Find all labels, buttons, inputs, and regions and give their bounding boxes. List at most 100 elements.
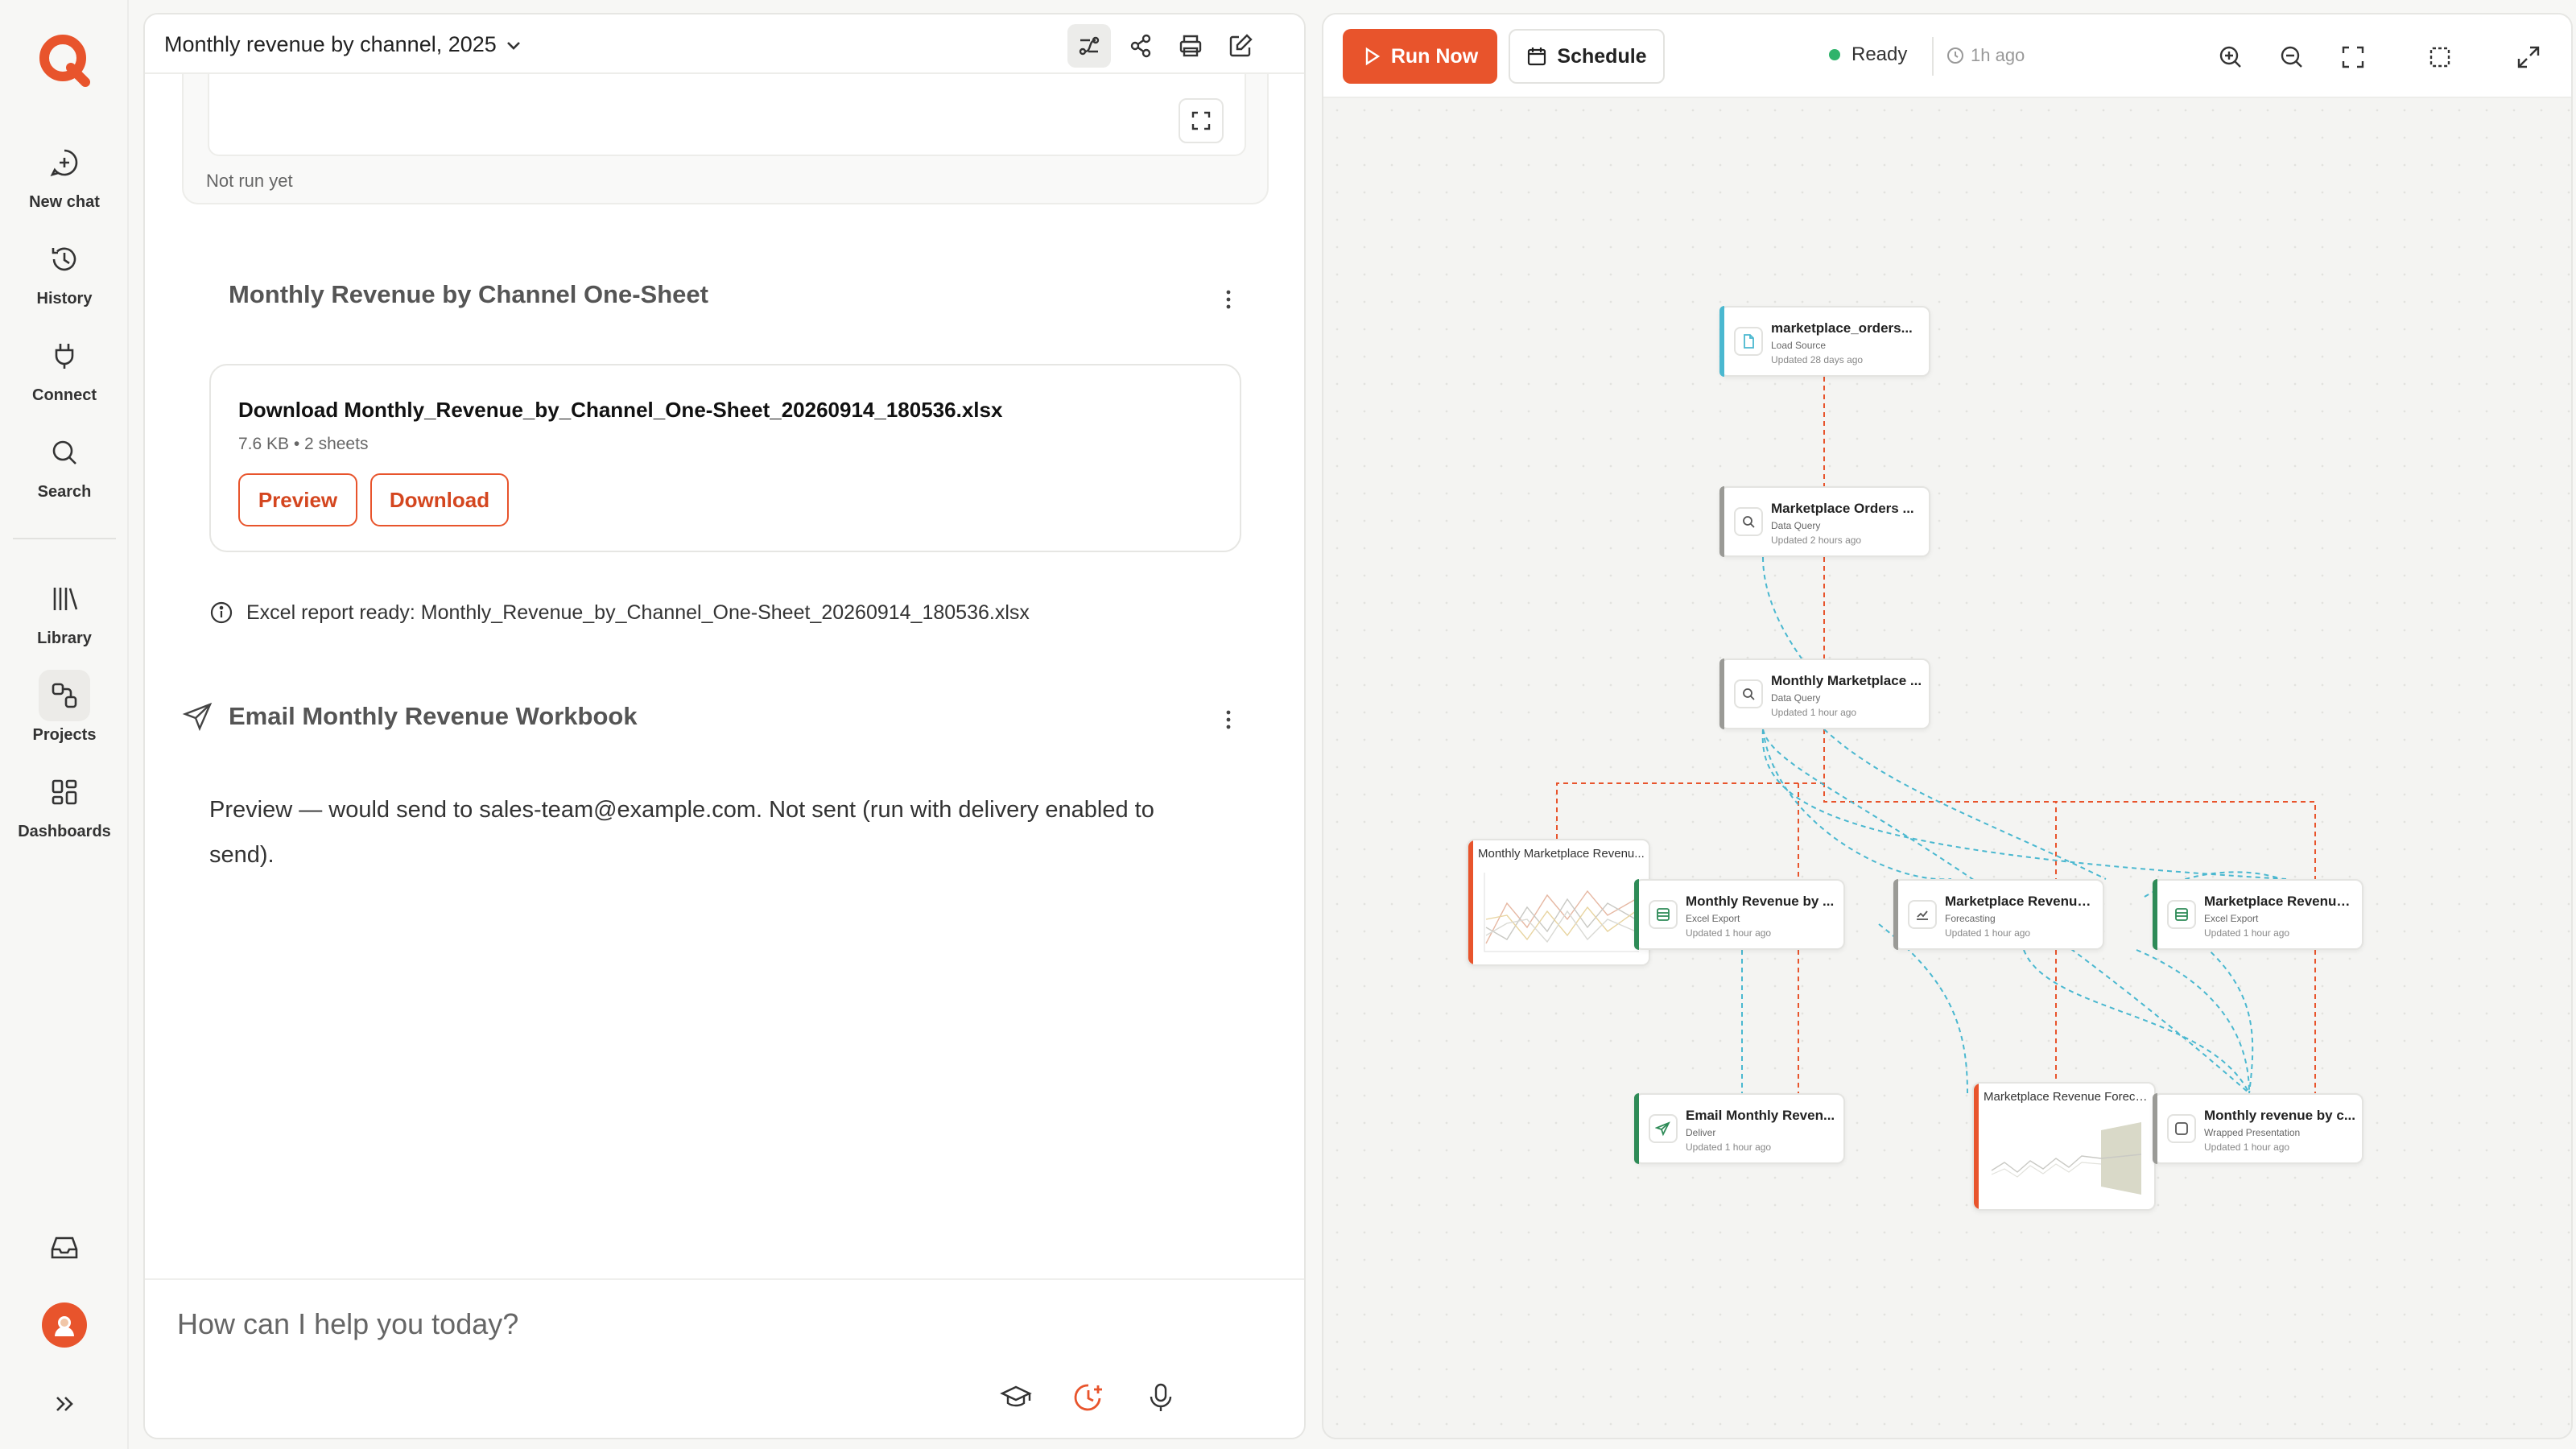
node-subtitle: Data Query — [1771, 520, 1821, 531]
chat-panel: Not run yet Monthly revenue by channel, … — [143, 13, 1306, 1439]
node-accent-bar — [1974, 1084, 1979, 1209]
nav-label: Search — [37, 483, 92, 501]
edit-icon — [1229, 34, 1253, 57]
node-monthly-query[interactable]: Monthly Marketplace ... Data Query Updat… — [1719, 658, 1930, 729]
node-title: Marketplace Orders ... — [1771, 501, 1914, 516]
node-excel-export-two[interactable]: Marketplace Revenue... Excel Export Upda… — [2153, 879, 2363, 950]
learn-button[interactable] — [992, 1373, 1040, 1422]
download-button[interactable]: Download — [370, 473, 509, 526]
node-title: Email Monthly Reven... — [1686, 1108, 1835, 1123]
node-wrapped-presentation[interactable]: Monthly revenue by c... Wrapped Presenta… — [2153, 1093, 2363, 1164]
node-title: Monthly Revenue by ... — [1686, 894, 1835, 909]
node-updated: Updated 1 hour ago — [1686, 1141, 1772, 1153]
app-logo-icon[interactable] — [35, 31, 93, 89]
workflow-edges — [1556, 377, 2316, 1094]
edge-teal-monthly-forecast-b — [1823, 729, 2107, 880]
spreadsheet-icon — [1649, 900, 1678, 929]
chat-input[interactable]: How can I help you today? — [177, 1307, 518, 1341]
node-accent-bar — [1719, 658, 1724, 729]
print-button[interactable] — [1169, 24, 1212, 68]
graduation-cap-icon — [1000, 1385, 1032, 1407]
chevron-down-icon[interactable] — [502, 34, 525, 56]
node-updated: Updated 28 days ago — [1771, 354, 1864, 365]
node-accent-bar — [1634, 1093, 1639, 1164]
expand-rail-button[interactable] — [32, 1378, 97, 1430]
node-load-source[interactable]: marketplace_orders... Load Source Update… — [1719, 306, 1930, 377]
inbox-button[interactable] — [32, 1222, 97, 1274]
microphone-icon — [1150, 1383, 1172, 1411]
node-updated: Updated 1 hour ago — [2204, 1141, 2290, 1153]
file-meta: 7.6 KB • 2 sheets — [238, 435, 369, 453]
node-forecasting[interactable]: Marketplace Revenue... Forecasting Updat… — [1893, 879, 2104, 950]
file-icon — [1734, 327, 1763, 356]
left-rail: New chat History Connect Search Library … — [0, 0, 129, 1449]
node-title: Monthly Marketplace Revenu... — [1478, 847, 1645, 861]
nav-projects[interactable]: Projects — [0, 670, 129, 745]
chat-input-area: How can I help you today? — [145, 1278, 1304, 1438]
user-avatar-icon — [55, 1316, 74, 1336]
schedule-task-button[interactable] — [1064, 1373, 1113, 1422]
presentation-icon — [2167, 1114, 2196, 1143]
plug-icon — [39, 330, 90, 382]
edge-monthly-chart — [1556, 729, 1825, 839]
email-preview-text: Preview — would send to sales-team@examp… — [209, 797, 1154, 868]
edge-teal-orders-monthly — [1762, 556, 1802, 659]
send-icon — [1649, 1114, 1678, 1143]
nav-search[interactable]: Search — [0, 427, 129, 502]
one-sheet-section-title: Monthly Revenue by Channel One-Sheet — [229, 280, 708, 308]
forecast-chart-thumbnail — [1991, 1122, 2142, 1195]
node-subtitle: Deliver — [1686, 1127, 1716, 1138]
workflow-canvas[interactable]: Run Now Schedule Ready 1h ago marketplac… — [1322, 13, 2573, 1439]
nav-history[interactable]: History — [0, 233, 129, 308]
query-icon — [1734, 507, 1763, 536]
nav-dashboards[interactable]: Dashboards — [0, 766, 129, 841]
nav-label: New chat — [29, 193, 100, 211]
chevrons-right-icon — [56, 1397, 73, 1411]
node-orders-query[interactable]: Marketplace Orders ... Data Query Update… — [1719, 486, 1930, 557]
node-accent-bar — [1719, 486, 1724, 557]
nav-label: Projects — [32, 726, 97, 744]
run-status-text: Not run yet — [206, 171, 293, 191]
node-email-deliver[interactable]: Email Monthly Reven... Deliver Updated 1… — [1634, 1093, 1845, 1164]
node-updated: Updated 1 hour ago — [2204, 927, 2290, 939]
email-section-title: Email Monthly Revenue Workbook — [229, 702, 638, 730]
workflow-toggle-button[interactable] — [1067, 24, 1111, 68]
dashboards-icon — [39, 766, 90, 818]
email-more-button[interactable] — [1212, 704, 1245, 736]
one-sheet-more-button[interactable] — [1212, 283, 1245, 316]
node-updated: Updated 2 hours ago — [1771, 535, 1862, 546]
node-title: Marketplace Revenue Foreca... — [1984, 1090, 2151, 1104]
node-title: Monthly Marketplace ... — [1771, 673, 1922, 688]
node-accent-bar — [1634, 879, 1639, 950]
edit-button[interactable] — [1219, 24, 1262, 68]
node-excel-export-one[interactable]: Monthly Revenue by ... Excel Export Upda… — [1634, 879, 1845, 950]
rail-divider — [13, 538, 116, 539]
node-subtitle: Data Query — [1771, 692, 1821, 704]
nav-connect[interactable]: Connect — [0, 330, 129, 405]
node-forecast-chart[interactable]: Marketplace Revenue Foreca... — [1972, 1082, 2156, 1211]
workflow-icon — [1079, 36, 1100, 56]
info-message: Excel report ready: Monthly_Revenue_by_C… — [209, 601, 1030, 625]
node-title: Monthly revenue by c... — [2204, 1108, 2355, 1123]
file-name[interactable]: Download Monthly_Revenue_by_Channel_One-… — [238, 398, 1002, 423]
node-subtitle: Wrapped Presentation — [2204, 1127, 2301, 1138]
node-accent-bar — [1468, 840, 1473, 964]
nav-new-chat[interactable]: New chat — [0, 137, 129, 212]
info-text: Excel report ready: Monthly_Revenue_by_C… — [246, 601, 1030, 624]
chat-title[interactable]: Monthly revenue by channel, 2025 — [164, 32, 497, 57]
node-revenue-chart[interactable]: Monthly Marketplace Revenu... — [1467, 839, 1650, 966]
query-icon — [1734, 679, 1763, 708]
nav-library[interactable]: Library — [0, 573, 129, 648]
nav-label: Dashboards — [18, 823, 111, 840]
projects-icon — [39, 670, 90, 721]
node-subtitle: Excel Export — [2204, 913, 2259, 924]
fullscreen-button[interactable] — [1179, 98, 1224, 143]
microphone-button[interactable] — [1137, 1373, 1185, 1422]
node-accent-bar — [1893, 879, 1898, 950]
edge-monthly-excel-two — [1823, 729, 2316, 879]
preview-button[interactable]: Preview — [238, 473, 357, 526]
more-vertical-icon — [1226, 710, 1231, 729]
share-button[interactable] — [1119, 24, 1162, 68]
send-icon — [182, 700, 214, 733]
avatar[interactable] — [42, 1302, 87, 1348]
